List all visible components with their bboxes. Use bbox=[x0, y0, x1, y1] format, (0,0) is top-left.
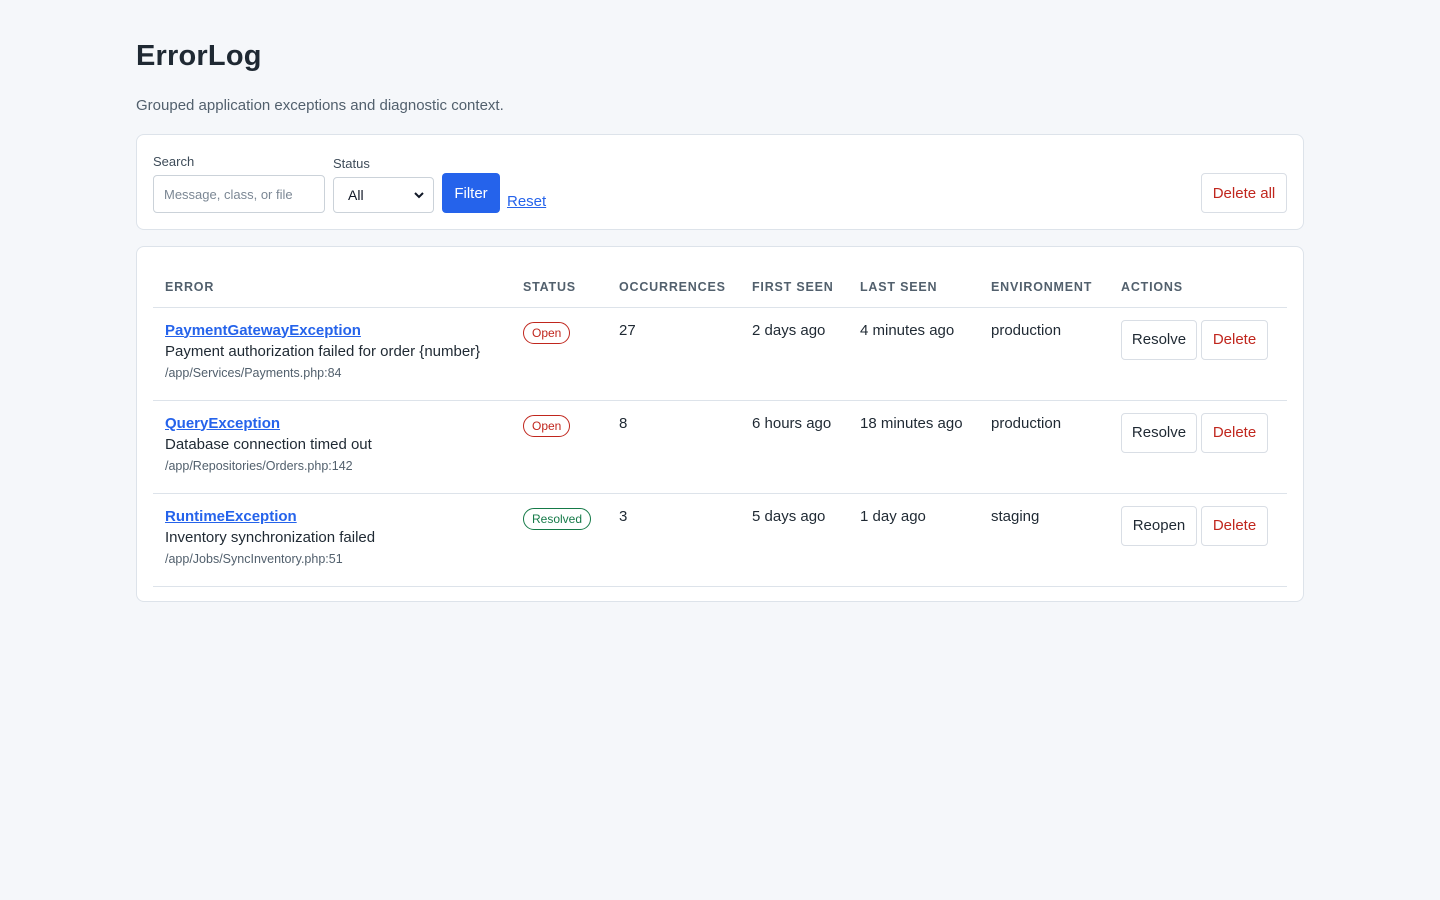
search-input[interactable] bbox=[153, 175, 325, 213]
actions-cell: Resolve Delete bbox=[1109, 307, 1287, 401]
last-seen-cell: 4 minutes ago bbox=[848, 307, 979, 401]
error-cell: RuntimeException Inventory synchronizati… bbox=[153, 493, 511, 587]
column-header-last-seen: LAST SEEN bbox=[848, 267, 979, 308]
delete-button[interactable]: Delete bbox=[1201, 412, 1268, 453]
status-cell: Open bbox=[511, 400, 607, 494]
status-cell: Open bbox=[511, 307, 607, 401]
reset-link[interactable]: Reset bbox=[507, 193, 546, 210]
error-cell: PaymentGatewayException Payment authoriz… bbox=[153, 307, 511, 401]
page-subtitle: Grouped application exceptions and diagn… bbox=[136, 97, 504, 114]
status-select-value: All bbox=[348, 187, 364, 203]
search-label: Search bbox=[153, 154, 195, 169]
error-message: Payment authorization failed for order {… bbox=[165, 342, 481, 360]
actions-cell: Resolve Delete bbox=[1109, 400, 1287, 494]
delete-button[interactable]: Delete bbox=[1201, 505, 1268, 546]
error-message: Inventory synchronization failed bbox=[165, 528, 376, 546]
column-header-first-seen: FIRST SEEN bbox=[740, 267, 848, 308]
table-row: QueryException Database connection timed… bbox=[153, 400, 1287, 494]
column-header-occurrences: OCCURRENCES bbox=[607, 267, 740, 308]
filter-panel: Search Status All Filter Reset Delete al… bbox=[136, 134, 1304, 230]
actions-cell: Reopen Delete bbox=[1109, 493, 1287, 587]
error-cell: QueryException Database connection timed… bbox=[153, 400, 511, 494]
page-title: ErrorLog bbox=[136, 40, 262, 72]
table-header-row: ERROR STATUS OCCURRENCES FIRST SEEN LAST… bbox=[153, 267, 1287, 308]
environment-cell: staging bbox=[979, 493, 1109, 587]
delete-all-button[interactable]: Delete all bbox=[1201, 173, 1287, 213]
delete-button[interactable]: Delete bbox=[1201, 319, 1268, 360]
last-seen-cell: 1 day ago bbox=[848, 493, 979, 587]
error-file-location: /app/Jobs/SyncInventory.php:51 bbox=[165, 551, 343, 566]
status-select[interactable]: All bbox=[333, 177, 434, 213]
table-row: RuntimeException Inventory synchronizati… bbox=[153, 493, 1287, 587]
resolve-button[interactable]: Resolve bbox=[1121, 319, 1197, 360]
occurrences-cell: 8 bbox=[607, 400, 740, 494]
last-seen-cell: 18 minutes ago bbox=[848, 400, 979, 494]
column-header-error: ERROR bbox=[153, 267, 511, 308]
error-class-link[interactable]: RuntimeException bbox=[165, 508, 499, 525]
error-class-link[interactable]: QueryException bbox=[165, 415, 499, 432]
status-label: Status bbox=[333, 156, 370, 171]
environment-cell: production bbox=[979, 307, 1109, 401]
status-badge: Resolved bbox=[523, 507, 592, 530]
occurrences-cell: 27 bbox=[607, 307, 740, 401]
column-header-actions: ACTIONS bbox=[1109, 267, 1287, 308]
environment-cell: production bbox=[979, 400, 1109, 494]
first-seen-cell: 6 hours ago bbox=[740, 400, 848, 494]
status-cell: Resolved bbox=[511, 493, 607, 587]
occurrences-cell: 3 bbox=[607, 493, 740, 587]
errors-table: ERROR STATUS OCCURRENCES FIRST SEEN LAST… bbox=[153, 267, 1287, 587]
column-header-status: STATUS bbox=[511, 267, 607, 308]
chevron-down-icon bbox=[414, 192, 424, 199]
errors-table-card: ERROR STATUS OCCURRENCES FIRST SEEN LAST… bbox=[136, 246, 1304, 602]
error-message: Database connection timed out bbox=[165, 435, 372, 453]
reopen-button[interactable]: Reopen bbox=[1121, 505, 1197, 546]
first-seen-cell: 2 days ago bbox=[740, 307, 848, 401]
column-header-environment: ENVIRONMENT bbox=[979, 267, 1109, 308]
resolve-button[interactable]: Resolve bbox=[1121, 412, 1197, 453]
error-file-location: /app/Repositories/Orders.php:142 bbox=[165, 458, 353, 473]
status-badge: Open bbox=[523, 321, 571, 344]
error-class-link[interactable]: PaymentGatewayException bbox=[165, 322, 499, 339]
filter-button[interactable]: Filter bbox=[442, 173, 500, 213]
status-badge: Open bbox=[523, 414, 571, 437]
error-file-location: /app/Services/Payments.php:84 bbox=[165, 365, 342, 380]
table-row: PaymentGatewayException Payment authoriz… bbox=[153, 307, 1287, 401]
first-seen-cell: 5 days ago bbox=[740, 493, 848, 587]
